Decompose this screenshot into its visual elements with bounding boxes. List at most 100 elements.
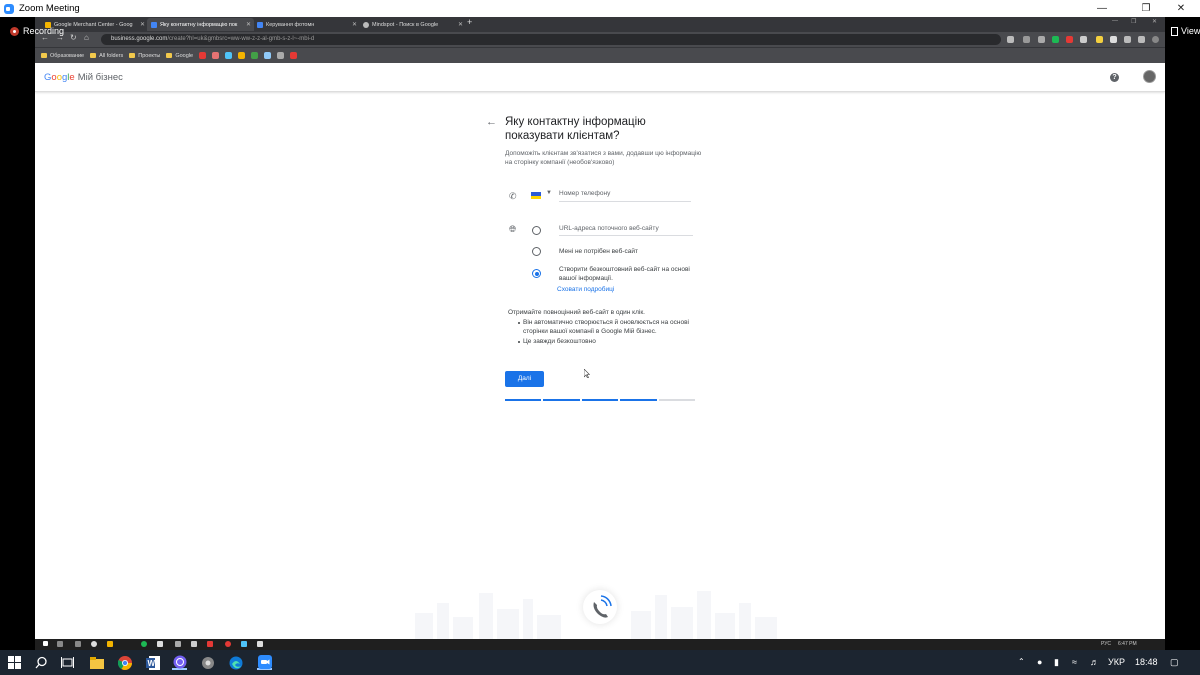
gmail-bookmark-icon[interactable]	[199, 52, 207, 59]
bookmark-icon[interactable]	[238, 52, 246, 59]
folder-icon	[90, 53, 97, 58]
tab-mindspot-search[interactable]: Mindspot - Поиск в Google ✕	[359, 18, 466, 31]
chrome-icon[interactable]	[141, 641, 147, 647]
progress-segment	[620, 399, 657, 401]
folder-icon[interactable]	[107, 641, 113, 647]
bookmark-icon[interactable]	[264, 52, 272, 59]
extension-icon[interactable]	[1038, 36, 1045, 43]
app-icon[interactable]	[257, 641, 263, 647]
phone-number-input[interactable]	[559, 186, 691, 202]
browser-minimize-button[interactable]: —	[1112, 18, 1118, 24]
extension-icon[interactable]	[1110, 36, 1117, 43]
folder-icon	[129, 53, 136, 58]
no-website-radio[interactable]	[532, 247, 541, 256]
word-icon[interactable]: W	[145, 655, 160, 670]
extension-icon[interactable]	[1052, 36, 1059, 43]
close-button[interactable]: ✕	[1161, 0, 1200, 17]
google-my-business-logo[interactable]: Google Мій бізнес	[44, 72, 123, 83]
search-icon[interactable]	[34, 655, 49, 670]
next-button[interactable]: Далі	[505, 371, 544, 387]
tab-close-icon[interactable]: ✕	[458, 21, 463, 28]
help-icon[interactable]: ?	[1110, 73, 1119, 82]
wifi-icon[interactable]: ≈	[1072, 657, 1077, 667]
no-website-label[interactable]: Мені не потрібен веб-сайт	[559, 247, 699, 256]
maximize-button[interactable]: ❐	[1126, 0, 1166, 17]
create-website-radio[interactable]	[532, 269, 541, 278]
windows-start-icon[interactable]	[7, 655, 22, 670]
tab-close-icon[interactable]: ✕	[246, 21, 251, 28]
address-bar[interactable]: business.google.com/create?hl=uk&gmbsrc=…	[101, 34, 1001, 45]
viber-icon[interactable]	[172, 655, 187, 670]
website-url-radio[interactable]	[532, 226, 541, 235]
edge-icon[interactable]	[228, 655, 243, 670]
translate-icon[interactable]	[1007, 36, 1014, 43]
bookmark-folder-education[interactable]: Образование	[41, 53, 84, 59]
microphone-icon[interactable]: ●	[1037, 657, 1042, 667]
chevron-up-icon[interactable]: ⌃	[1018, 657, 1025, 666]
bookmark-label: Google	[175, 52, 194, 59]
website-info: Отримайте повноцінний веб-сайт в один кл…	[508, 308, 708, 346]
bookmark-icon[interactable]	[290, 52, 298, 59]
remote-language: РУС	[1101, 641, 1112, 647]
notifications-icon[interactable]: ▢	[1170, 657, 1179, 668]
windows-start-icon[interactable]	[43, 641, 48, 646]
account-avatar[interactable]	[1143, 70, 1156, 83]
profile-icon[interactable]	[1152, 36, 1159, 43]
bookmark-star-icon[interactable]	[1023, 36, 1030, 43]
taskview-icon[interactable]	[60, 655, 75, 670]
app-icon[interactable]	[225, 641, 231, 647]
zoom-icon[interactable]	[257, 654, 272, 670]
app-icon[interactable]	[175, 641, 181, 647]
tab-photos[interactable]: Керування фотомн ✕	[253, 18, 360, 31]
file-explorer-icon[interactable]	[89, 655, 104, 670]
chrome-icon[interactable]	[117, 655, 132, 670]
tab-close-icon[interactable]: ✕	[352, 21, 357, 28]
bookmark-icon[interactable]	[212, 52, 220, 59]
svg-text:W: W	[147, 659, 155, 668]
tab-contact-info[interactable]: Яку контактну інформацію пок ✕	[147, 18, 254, 31]
app-icon[interactable]	[191, 641, 197, 647]
tab-close-icon[interactable]: ✕	[140, 21, 145, 28]
product-name: Мій бізнес	[77, 72, 123, 83]
home-icon[interactable]: ⌂	[84, 33, 89, 42]
battery-icon[interactable]: ▮	[1054, 657, 1059, 668]
search-icon[interactable]	[57, 641, 63, 647]
app-icon[interactable]	[200, 655, 215, 670]
extensions-puzzle-icon[interactable]	[1124, 36, 1131, 43]
phone-call-logo	[583, 590, 617, 624]
extension-icon[interactable]	[1138, 36, 1145, 43]
extension-icon[interactable]	[1080, 36, 1087, 43]
volume-icon[interactable]: ♬	[1090, 657, 1099, 667]
browser-close-button[interactable]: ✕	[1152, 18, 1157, 25]
clock[interactable]: 18:48	[1135, 657, 1158, 667]
bookmark-folder-google[interactable]: Google	[166, 53, 193, 59]
extension-icon[interactable]	[1096, 36, 1103, 43]
chevron-down-icon[interactable]: ▼	[546, 190, 552, 196]
app-icon[interactable]	[241, 641, 247, 647]
browser-maximize-button[interactable]: ❐	[1131, 18, 1136, 25]
mouse-cursor-icon	[584, 369, 590, 378]
website-url-input[interactable]	[559, 221, 693, 236]
bookmark-icon[interactable]	[225, 52, 233, 59]
extension-icon[interactable]	[1066, 36, 1073, 43]
reload-icon[interactable]: ↻	[70, 33, 77, 42]
minimize-button[interactable]: —	[1082, 0, 1122, 17]
app-icon[interactable]	[91, 641, 97, 647]
bookmark-icon[interactable]	[277, 52, 285, 59]
zoom-app-icon	[4, 3, 14, 14]
hide-details-link[interactable]: Сховати подробиці	[557, 286, 614, 293]
bookmark-icon[interactable]	[251, 52, 259, 59]
taskview-icon[interactable]	[75, 641, 81, 647]
bookmark-folder-projects[interactable]: Проекты	[129, 53, 160, 59]
info-bullet: Він автоматично створюється й оновлюєтьс…	[518, 318, 708, 337]
app-icon[interactable]	[157, 641, 163, 647]
new-tab-button[interactable]: +	[467, 17, 472, 27]
url-host: business.google.com	[111, 36, 168, 42]
country-flag-ukraine-icon[interactable]	[531, 192, 541, 199]
bookmark-folder-all[interactable]: All folders	[90, 53, 123, 59]
create-website-label[interactable]: Створити безкоштовний веб-сайт на основі…	[559, 265, 699, 283]
app-icon[interactable]	[207, 641, 213, 647]
back-arrow-icon[interactable]: ←	[486, 116, 497, 128]
view-menu-button[interactable]: View	[1171, 26, 1200, 36]
language-indicator[interactable]: УКР	[1108, 657, 1125, 667]
